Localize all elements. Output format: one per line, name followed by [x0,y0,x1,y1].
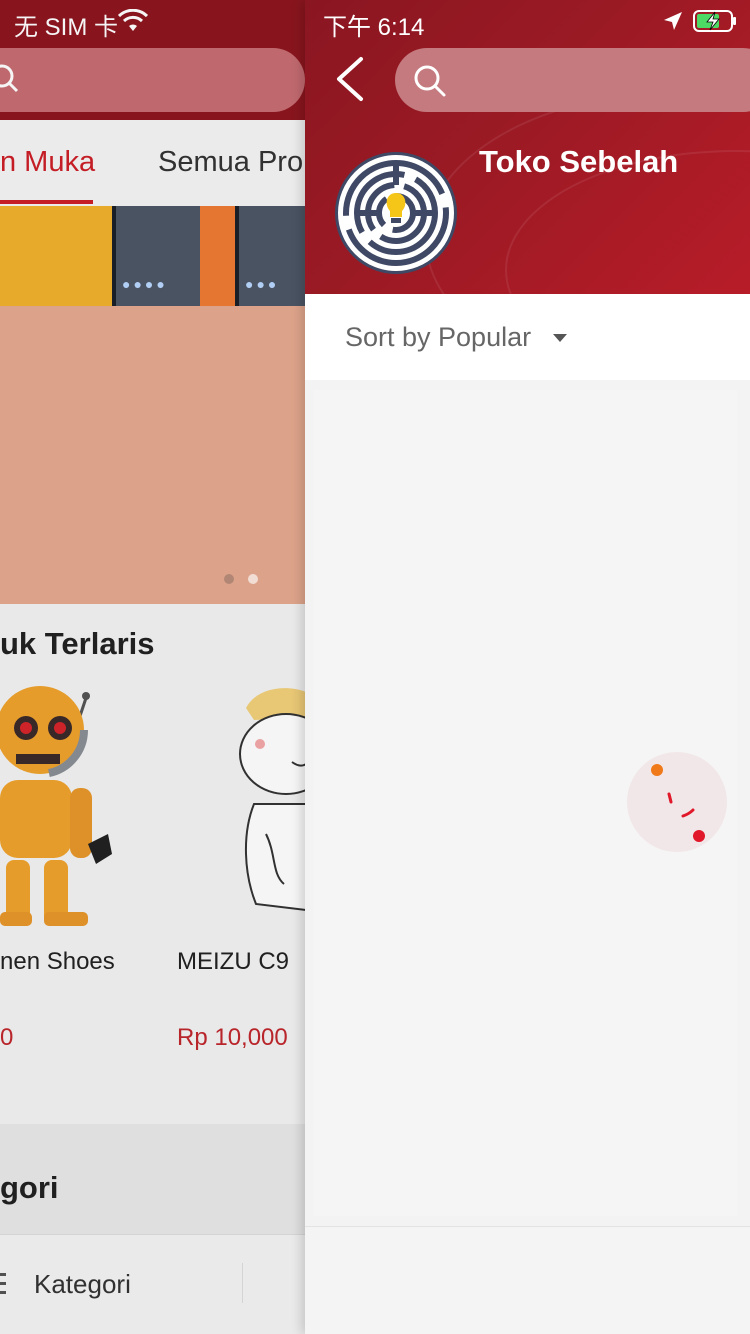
store-tabs: n Muka Semua Pro [0,120,305,206]
section-title: uk Terlaris [0,626,155,661]
shop-name: Toko Sebelah [479,144,679,179]
search-icon [414,65,446,97]
search-bar[interactable] [0,48,305,112]
product-price: 0 [0,1024,14,1051]
best-seller-section: uk Terlaris nen Shoes 0 MEIZU C9 Rp 10,0… [0,604,305,1124]
shop-header: 下午 6:14 Toko Sebelah [305,0,750,294]
active-tab-indicator [0,200,93,204]
search-area [0,44,305,120]
bottom-bar [305,1226,750,1334]
search-icon [0,64,19,93]
product-price: Rp 10,000 [177,1024,288,1051]
product-name[interactable]: nen Shoes [0,948,115,976]
tab-category[interactable]: Kategori [34,1269,131,1300]
status-bar: 下午 6:14 [305,0,750,44]
wifi-icon [118,9,148,31]
tab-divider [242,1263,243,1303]
promo-banner[interactable]: ●●●● ●●● [0,206,305,604]
tab-home[interactable]: n Muka [0,146,95,179]
shop-logo [335,152,457,274]
location-arrow-icon [664,12,682,30]
previous-screen: 无 SIM 卡 n Muka Semua Pro ●●●● ●●● uk Ter… [0,0,305,1334]
tab-all-products[interactable]: Semua Pro [158,146,303,179]
carrier-label: 无 SIM 卡 [14,14,119,41]
sort-dropdown[interactable]: Sort by Popular [345,322,531,353]
banner-accent [200,206,235,306]
banner-phone-image: ●●●● [112,206,200,306]
sort-bar: Sort by Popular [305,294,750,380]
carousel-dot-active [224,574,234,584]
status-bar: 无 SIM 卡 [0,0,305,44]
bottom-tab-bar: Kategori [0,1234,305,1334]
menu-icon [0,1273,6,1294]
battery-charging-icon [693,10,736,32]
product-name[interactable]: MEIZU C9 [177,948,289,976]
loading-spinner [627,752,727,852]
search-bar[interactable] [395,48,750,112]
banner-phone-image: ●●● [235,206,305,306]
shop-screen: 下午 6:14 Toko Sebelah Sort by Popular [305,0,750,1334]
loading-icon [651,764,705,842]
category-section: gori [0,1124,305,1234]
caret-down-icon[interactable] [553,334,567,342]
maze-icon [343,160,449,266]
back-arrow-icon[interactable] [333,56,369,102]
cartoon-figure-icon[interactable] [236,684,305,924]
status-time: 下午 6:14 [323,14,425,41]
section-title: gori [0,1170,59,1205]
carousel-dot [248,574,258,584]
robot-toy-icon[interactable] [0,684,130,944]
